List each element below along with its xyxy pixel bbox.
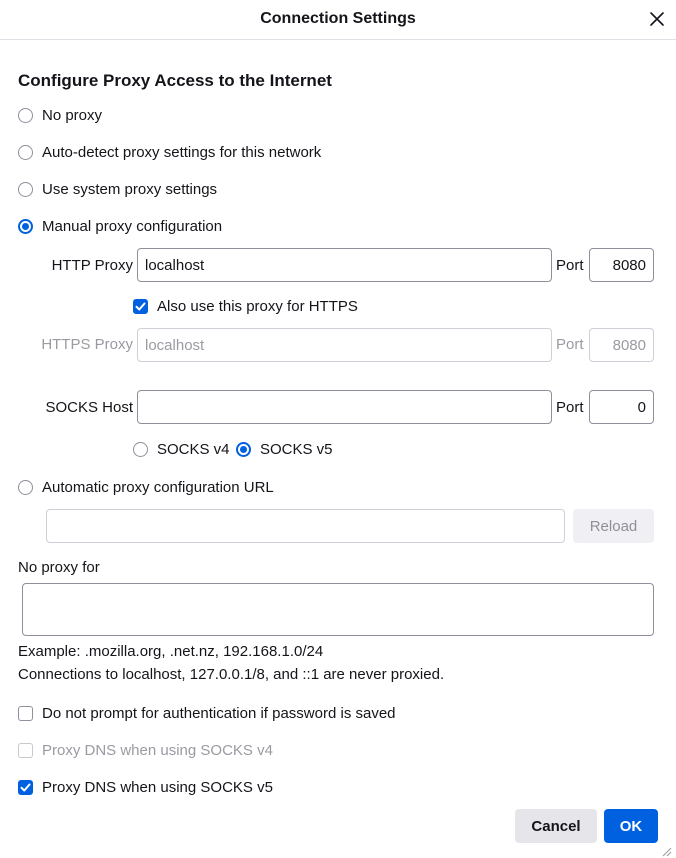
no-prompt-auth-checkbox-row[interactable]: Do not prompt for authentication if pass… [18, 703, 396, 723]
radio-label: Automatic proxy configuration URL [42, 478, 274, 496]
no-proxy-label: No proxy for [18, 559, 100, 576]
radio-button[interactable] [18, 107, 33, 123]
radio-auto-detect[interactable]: Auto-detect proxy settings for this netw… [18, 142, 321, 162]
checkbox-checked[interactable] [18, 779, 33, 795]
http-proxy-input[interactable]: localhost [137, 248, 552, 282]
cancel-button[interactable]: Cancel [515, 809, 597, 843]
radio-button[interactable] [18, 144, 33, 160]
proxy-dns-v4-checkbox-row[interactable]: Proxy DNS when using SOCKS v4 [18, 740, 273, 760]
checkmark-icon [135, 302, 146, 310]
socks-host-input[interactable] [137, 390, 552, 424]
radio-manual-proxy[interactable]: Manual proxy configuration [18, 216, 222, 236]
radio-label: SOCKS v5 [260, 440, 333, 458]
no-proxy-example: Example: .mozilla.org, .net.nz, 192.168.… [18, 643, 324, 660]
radio-button[interactable] [18, 479, 33, 495]
radio-button[interactable] [133, 441, 148, 457]
http-port-label: Port [556, 257, 584, 274]
reload-button[interactable]: Reload [573, 509, 654, 543]
radio-label: SOCKS v4 [157, 440, 230, 458]
ok-button[interactable]: OK [604, 809, 658, 843]
checkbox-checked[interactable] [133, 298, 148, 314]
https-port-input[interactable]: 8080 [589, 328, 654, 362]
resize-grip-icon[interactable] [662, 844, 672, 857]
checkbox-label: Proxy DNS when using SOCKS v4 [42, 741, 273, 759]
dialog-title: Connection Settings [260, 10, 416, 27]
checkbox-label: Proxy DNS when using SOCKS v5 [42, 778, 273, 796]
radio-system-proxy[interactable]: Use system proxy settings [18, 179, 217, 199]
radio-button[interactable] [18, 181, 33, 197]
checkmark-icon [20, 783, 31, 791]
socks-port-label: Port [556, 399, 584, 416]
http-proxy-label: HTTP Proxy [51, 257, 133, 274]
checkbox[interactable] [18, 705, 33, 721]
https-proxy-label: HTTPS Proxy [41, 336, 133, 353]
http-port-input[interactable]: 8080 [589, 248, 654, 282]
radio-socks-v5[interactable]: SOCKS v5 [236, 439, 333, 459]
also-https-checkbox-row[interactable]: Also use this proxy for HTTPS [133, 296, 358, 316]
socks-port-input[interactable]: 0 [589, 390, 654, 424]
https-proxy-input[interactable]: localhost [137, 328, 552, 362]
no-proxy-textarea[interactable] [22, 583, 654, 636]
checkbox-label: Also use this proxy for HTTPS [157, 297, 358, 315]
radio-label: No proxy [42, 106, 103, 124]
radio-button-selected[interactable] [236, 441, 251, 457]
no-proxy-note: Connections to localhost, 127.0.0.1/8, a… [18, 666, 445, 683]
section-heading: Configure Proxy Access to the Internet [18, 71, 332, 90]
radio-socks-v4[interactable]: SOCKS v4 [133, 439, 230, 459]
proxy-dns-v5-checkbox-row[interactable]: Proxy DNS when using SOCKS v5 [18, 777, 273, 797]
checkbox-label: Do not prompt for authentication if pass… [42, 704, 396, 722]
radio-label: Manual proxy configuration [42, 217, 223, 235]
radio-label: Use system proxy settings [42, 180, 218, 198]
close-icon[interactable] [648, 10, 666, 28]
radio-auto-config-url[interactable]: Automatic proxy configuration URL [18, 477, 274, 497]
https-port-label: Port [556, 336, 584, 353]
checkbox-disabled[interactable] [18, 742, 33, 758]
radio-label: Auto-detect proxy settings for this netw… [42, 143, 322, 161]
radio-button-selected[interactable] [18, 218, 33, 234]
socks-host-label: SOCKS Host [45, 399, 133, 416]
radio-no-proxy[interactable]: No proxy [18, 105, 102, 125]
auto-config-url-input[interactable] [46, 509, 565, 543]
